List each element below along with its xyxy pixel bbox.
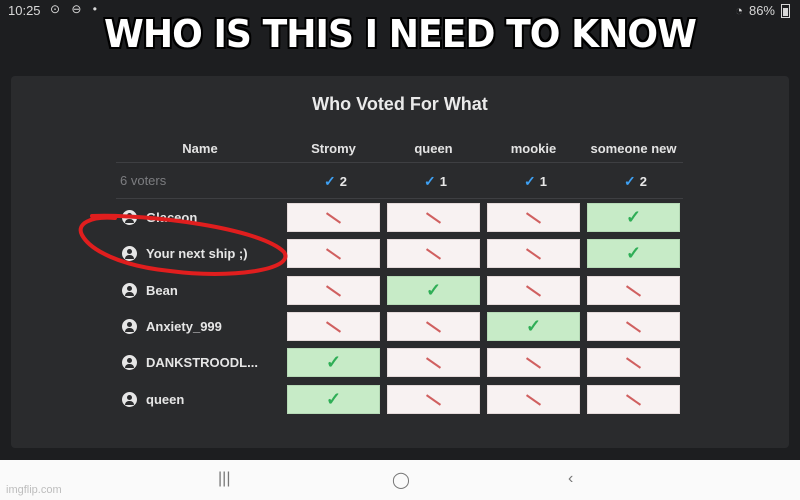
recent-apps-icon[interactable]: |||: [218, 470, 230, 488]
red-circle-annotation: [78, 213, 288, 276]
meme-caption: WHO IS THIS I NEED TO KNOW: [103, 12, 697, 56]
back-icon[interactable]: ‹: [568, 470, 573, 488]
watermark: imgflip.com: [6, 484, 62, 496]
home-icon[interactable]: ◯: [392, 470, 410, 490]
